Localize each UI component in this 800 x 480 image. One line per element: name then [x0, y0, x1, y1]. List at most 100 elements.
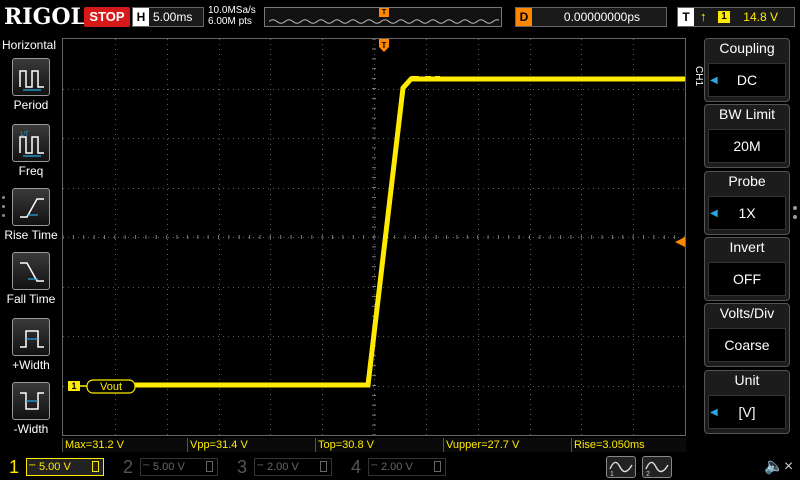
bandwidth-limit-icon [92, 461, 99, 472]
positive-width-label: +Width [12, 358, 50, 372]
invert-softkey[interactable]: Invert OFF [704, 237, 790, 301]
channel-number: 4 [350, 457, 361, 477]
bandwidth-limit-icon [320, 461, 327, 472]
channel-scale: 2.00 V [267, 461, 299, 473]
horizontal-label: H [133, 8, 149, 26]
menu-title: Horizontal [2, 38, 57, 52]
coupling-softkey[interactable]: Coupling DC ◀ [704, 38, 790, 102]
delay-value: 0.00000000ps [563, 10, 640, 24]
fall-time-label: Fall Time [6, 292, 56, 306]
channel-number: 2 [122, 457, 133, 477]
measurement-max: Max=31.2 V [62, 438, 187, 452]
measurement-vupper: Vupper=27.7 V [443, 438, 571, 452]
channel-menu: CH1 Coupling DC ◀ BW Limit 20M Probe 1X … [690, 38, 800, 438]
measure-period-button[interactable]: Period [0, 58, 62, 120]
select-arrow-icon: ◀ [710, 75, 718, 86]
horizontal-measure-menu: Horizontal Period 1/T Freq Rise Time Fal… [0, 38, 62, 438]
channel-scale-box: ⎓ 2.00 V [254, 458, 332, 476]
waveform-display[interactable]: T 1 Vout [62, 38, 686, 436]
sine-wave-icon: 1 [609, 461, 633, 478]
frequency-icon: 1/T [12, 124, 50, 162]
svg-text:1: 1 [71, 381, 76, 391]
delay-display[interactable]: D 0.00000000ps [515, 7, 667, 27]
trigger-label: T [678, 8, 694, 26]
delay-label: D [516, 8, 532, 26]
speaker-mute-icon[interactable]: 🔈× [764, 456, 794, 476]
channel-number: 3 [236, 457, 247, 477]
coupling-title: Coupling [719, 40, 775, 56]
measure-negative-width-button[interactable]: -Width [0, 382, 62, 444]
probe-title: Probe [728, 173, 766, 189]
channel-scale: 2.00 V [381, 461, 413, 473]
trigger-time-marker[interactable]: T [379, 39, 389, 52]
measurement-vpp: Vpp=31.4 V [187, 438, 315, 452]
unit-title: Unit [734, 372, 760, 388]
channel-scale-box: ⎓ 5.00 V [26, 458, 104, 476]
volts-div-value: Coarse [708, 328, 786, 362]
channel-tag: CH1 [693, 66, 704, 87]
top-status-bar: RIGOL STOP H 5.00ms 10.0MSa/s 6.00M pts … [0, 0, 800, 36]
sine-wave-icon: 2 [645, 461, 669, 478]
menu-page-dots [793, 206, 797, 224]
unit-softkey[interactable]: Unit [V] ◀ [704, 370, 790, 434]
select-arrow-icon: ◀ [710, 407, 718, 418]
bw-limit-value: 20M [708, 129, 786, 163]
generator-2-button[interactable]: 2 [642, 456, 672, 478]
memory-depth: 6.00M pts [208, 16, 252, 27]
positive-width-icon [12, 318, 50, 356]
measure-rise-time-button[interactable]: Rise Time [0, 188, 62, 250]
svg-text:1: 1 [610, 471, 614, 477]
horizontal-timebase[interactable]: H 5.00ms [132, 7, 204, 27]
measure-frequency-button[interactable]: 1/T Freq [0, 124, 62, 186]
bw-limit-title: BW Limit [719, 106, 775, 122]
period-icon [12, 58, 50, 96]
ch1-ground-marker[interactable]: 1 [68, 381, 87, 391]
ch1-trace [135, 76, 685, 388]
acquisition-info: 10.0MSa/s 6.00M pts [208, 5, 256, 27]
svg-text:2: 2 [646, 471, 650, 477]
measurement-top: Top=30.8 V [315, 438, 443, 452]
sample-rate: 10.0MSa/s [208, 5, 256, 16]
probe-value: 1X [708, 196, 786, 230]
svg-text:Vout: Vout [100, 381, 122, 393]
invert-title: Invert [729, 239, 765, 255]
volts-div-softkey[interactable]: Volts/Div Coarse [704, 303, 790, 367]
negative-width-label: -Width [13, 422, 49, 436]
trigger-level: 14.8 V [743, 10, 778, 24]
brand-logo: RIGOL [4, 4, 86, 30]
volts-div-title: Volts/Div [719, 305, 775, 321]
trigger-level-marker[interactable] [675, 237, 685, 247]
memory-overview-window: T [264, 7, 502, 27]
unit-value: [V] [708, 395, 786, 429]
dc-coupling-icon: ⎓ [29, 460, 36, 469]
frequency-label: Freq [18, 164, 44, 178]
channel-status-bar: 1 ⎓ 5.00 V 2 ⎓ 5.00 V 3 ⎓ 2.00 V 4 ⎓ 2.0… [0, 454, 800, 480]
dc-coupling-icon: ⎓ [143, 460, 150, 469]
trigger-display[interactable]: T ↑ 1 14.8 V [677, 7, 795, 27]
channel-number: 1 [8, 457, 19, 477]
channel-scale: 5.00 V [39, 461, 71, 473]
period-label: Period [13, 98, 49, 112]
rise-time-icon [12, 188, 50, 226]
invert-value: OFF [708, 262, 786, 296]
channel-scale: 5.00 V [153, 461, 185, 473]
generator-1-button[interactable]: 1 [606, 456, 636, 478]
rising-edge-icon: ↑ [700, 9, 707, 24]
dc-coupling-icon: ⎓ [257, 460, 264, 469]
memory-waveform-preview [269, 19, 499, 24]
trigger-source: 1 [718, 11, 730, 23]
measure-positive-width-button[interactable]: +Width [0, 318, 62, 380]
probe-softkey[interactable]: Probe 1X ◀ [704, 171, 790, 235]
run-stop-indicator[interactable]: STOP [84, 7, 130, 27]
rise-time-label: Rise Time [4, 228, 58, 242]
bw-limit-softkey[interactable]: BW Limit 20M [704, 104, 790, 168]
measurement-rise: Rise=3.050ms [571, 438, 686, 452]
dc-coupling-icon: ⎓ [371, 460, 378, 469]
channel-scale-box: ⎓ 2.00 V [368, 458, 446, 476]
coupling-value: DC [708, 63, 786, 97]
bandwidth-limit-icon [434, 461, 441, 472]
svg-text:1/T: 1/T [20, 132, 29, 138]
measure-fall-time-button[interactable]: Fall Time [0, 252, 62, 314]
trace-label-tag: Vout [86, 379, 136, 394]
svg-text:T: T [382, 41, 387, 50]
